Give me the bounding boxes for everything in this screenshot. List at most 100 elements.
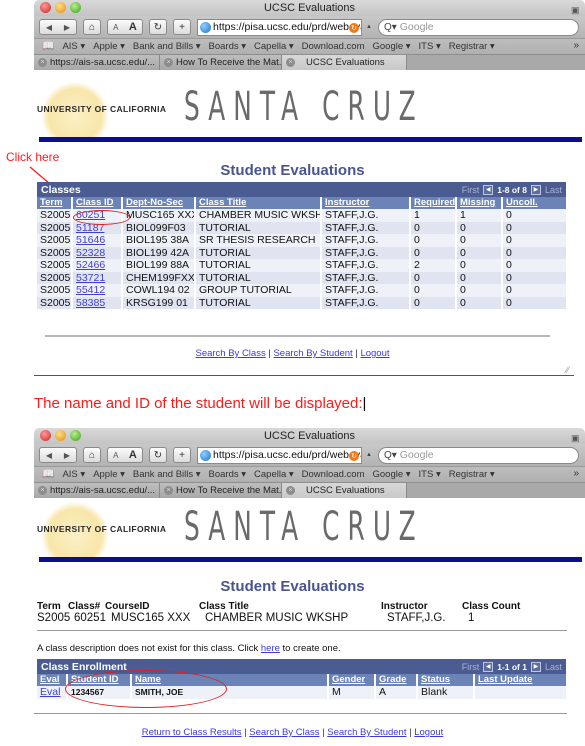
cell-instructor: STAFF,J.G. [322, 246, 411, 259]
zoom-window-button[interactable] [70, 430, 81, 441]
tab-how-to-receive[interactable]: × How To Receive the Mat... [160, 483, 282, 498]
prev-page-icon[interactable]: ◀ [483, 661, 494, 672]
window-title: UCSC Evaluations [263, 430, 356, 442]
text-bigger-button[interactable]: A [129, 449, 137, 461]
tab-label: How To Receive the Mat... [176, 485, 282, 496]
bookmark-google[interactable]: Google ▾ [373, 469, 411, 480]
search-field[interactable]: Q▾ Google [377, 446, 579, 464]
col-required[interactable]: Required [411, 197, 457, 209]
col-class-id[interactable]: Class ID [73, 197, 123, 209]
cell-instructor: STAFF,J.G. [322, 284, 411, 297]
pager-first[interactable]: First [462, 185, 480, 195]
cell-dept-no-sec: CHEM199FXXX [123, 271, 196, 284]
footer-links-2: Return to Class Results | Search By Clas… [141, 727, 444, 738]
return-to-class-results-link[interactable]: Return to Class Results [142, 727, 242, 738]
text-size-buttons[interactable]: AA [107, 447, 143, 463]
cell-class-id-link[interactable]: 52328 [73, 246, 123, 259]
cell-instructor: STAFF,J.G. [322, 221, 411, 234]
bookmark-bank-and-bills[interactable]: Bank and Bills ▾ [133, 469, 201, 480]
col-missing[interactable]: Missing [457, 197, 503, 209]
col-instructor[interactable]: Instructor [322, 197, 411, 209]
tab-ais-sa[interactable]: × https://ais-sa.ucsc.edu/... [34, 483, 160, 498]
bookmarks-bar: 📖 AIS ▾ Apple ▾ Bank and Bills ▾ Boards … [34, 466, 585, 482]
bookmark-ais[interactable]: AIS ▾ [62, 469, 85, 480]
table-row: S2005 58385 KRSG199 01 TUTORIAL STAFF,J.G. 0 0… [37, 296, 566, 309]
cell-instructor: STAFF,J.G. [322, 259, 411, 272]
tab-bar: × https://ais-sa.ucsc.edu/... × How To Rec… [34, 482, 585, 498]
col-grade[interactable]: Grade [376, 674, 418, 686]
bookmark-capella[interactable]: Capella ▾ [254, 469, 294, 480]
address-bar[interactable]: https://pisa.ucsc.edu/prd/webeval, ↻ [197, 446, 362, 464]
bookmark-download-com[interactable]: Download.com [302, 469, 365, 480]
col-class-title[interactable]: Class Title [196, 197, 322, 209]
close-tab-icon[interactable]: × [38, 486, 47, 495]
class-summary: Term Class# CourseID Class Title Instruc… [37, 601, 566, 624]
pager: First ◀ 1-1 of 1 ▶ Last [462, 661, 562, 672]
cell-last-update [475, 686, 566, 699]
more-bookmarks-icon[interactable]: » [573, 468, 579, 479]
bookmark-registrar[interactable]: Registrar ▾ [449, 469, 495, 480]
close-window-button[interactable] [40, 430, 51, 441]
col-status[interactable]: Status [418, 674, 475, 686]
home-button[interactable]: ⌂ [83, 447, 101, 463]
bookmark-its[interactable]: ITS ▾ [419, 469, 441, 480]
globe-icon [200, 449, 211, 461]
cell-class-id-link[interactable]: 55412 [73, 284, 123, 297]
col-eval[interactable]: Eval [37, 674, 68, 686]
col-uncoll[interactable]: Uncoll. [503, 197, 566, 209]
close-tab-icon[interactable]: × [164, 486, 173, 495]
dropdown-caret-icon[interactable]: ▲ [366, 452, 372, 458]
rss-icon[interactable]: ↻ [349, 450, 359, 461]
pager-last[interactable]: Last [545, 662, 562, 672]
col-term[interactable]: Term [37, 197, 73, 209]
reload-button[interactable]: ↻ [149, 447, 167, 463]
close-tab-icon[interactable]: × [286, 486, 295, 495]
cell-missing: 0 [457, 284, 503, 297]
window-controls [40, 430, 81, 441]
header-divider [39, 557, 582, 562]
col-dept-no-sec[interactable]: Dept-No-Sec [123, 197, 196, 209]
search-by-class-link[interactable]: Search By Class [195, 348, 265, 359]
minimize-window-button[interactable] [55, 430, 66, 441]
search-by-class-link[interactable]: Search By Class [249, 727, 319, 738]
logout-link[interactable]: Logout [360, 348, 389, 359]
cell-class-id-link[interactable]: 52466 [73, 259, 123, 272]
prev-page-icon[interactable]: ◀ [483, 184, 494, 195]
create-description-link[interactable]: here [261, 643, 280, 654]
cell-class-id-link[interactable]: 53721 [73, 271, 123, 284]
next-page-icon[interactable]: ▶ [530, 184, 541, 195]
bookmarks-book-icon[interactable]: 📖 [42, 469, 54, 480]
url-text[interactable]: https://pisa.ucsc.edu/prd/webeval, [213, 449, 361, 461]
col-gender[interactable]: Gender [329, 674, 376, 686]
cell-instructor: STAFF,J.G. [322, 296, 411, 309]
table-row: S2005 52466 BIOL199 88A TUTORIAL STAFF,J.G. 2… [37, 259, 566, 272]
search-by-student-link[interactable]: Search By Student [273, 348, 352, 359]
bookmark-apple[interactable]: Apple ▾ [93, 469, 125, 480]
page-title: Student Evaluations [220, 162, 365, 179]
cell-term: S2005 [37, 221, 73, 234]
cell-eval-link[interactable]: Eval [37, 686, 68, 699]
cell-instructor: STAFF,J.G. [322, 234, 411, 247]
back-forward-buttons[interactable]: ◀ ▶ [39, 447, 77, 463]
cell-class-id-link[interactable]: 51646 [73, 234, 123, 247]
resize-grip-icon[interactable]: ∕∕ [566, 365, 569, 375]
back-icon[interactable]: ◀ [46, 451, 52, 460]
home-icon: ⌂ [88, 449, 96, 461]
search-by-student-link[interactable]: Search By Student [327, 727, 406, 738]
add-bookmark-button[interactable]: + [173, 447, 191, 463]
cell-class-id-link[interactable]: 58385 [73, 296, 123, 309]
logout-link[interactable]: Logout [414, 727, 443, 738]
tab-ucsc-evaluations[interactable]: × UCSC Evaluations [282, 483, 407, 498]
pager-last[interactable]: Last [545, 185, 562, 195]
col-last-update[interactable]: Last Update [475, 674, 566, 686]
forward-icon[interactable]: ▶ [64, 451, 70, 460]
next-page-icon[interactable]: ▶ [530, 661, 541, 672]
title-bar: UCSC Evaluations ▣ [34, 428, 585, 444]
cell-class-title: SR THESIS RESEARCH [196, 234, 322, 247]
cell-grade: A [376, 686, 418, 699]
cell-term: S2005 [37, 259, 73, 272]
summary-header-course-id: CourseID [105, 601, 150, 612]
pager-first[interactable]: First [462, 662, 480, 672]
text-smaller-button[interactable]: A [113, 451, 118, 460]
bookmark-boards[interactable]: Boards ▾ [209, 469, 247, 480]
